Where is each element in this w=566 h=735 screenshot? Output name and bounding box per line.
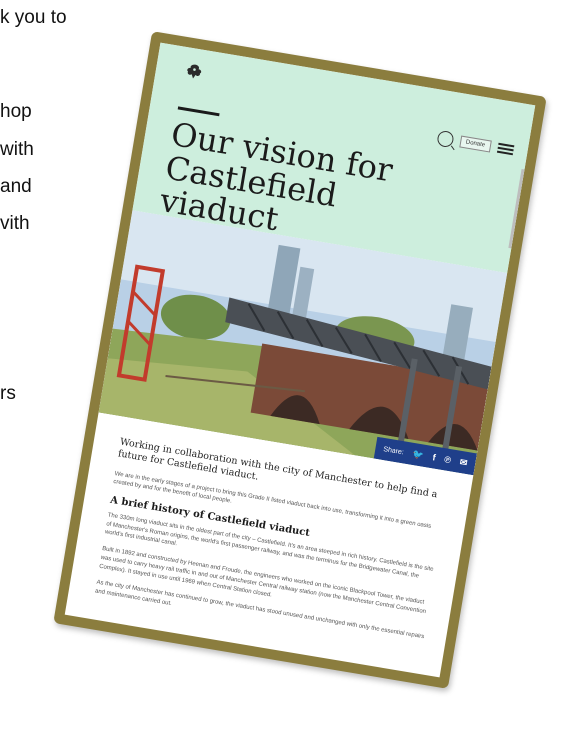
email-icon[interactable]: ✉ [459,456,468,468]
slide-text-fragment: rs [0,383,16,404]
hamburger-menu-icon[interactable] [496,142,515,156]
slide-text-fragment: with [0,139,34,160]
donate-button[interactable]: Donate [458,135,492,153]
share-label: Share: [382,445,405,456]
slide-text-fragment: and [0,176,32,197]
slide-text-fragment: hop [0,101,32,122]
tablet-screen: Donate Our vision for Castlefield viaduc… [64,42,536,678]
article-body: Working in collaboration with the city o… [93,436,452,659]
slide-text-fragment: vith [0,213,30,234]
oak-leaf-icon[interactable] [183,61,206,82]
header-actions: Donate [435,129,515,159]
facebook-icon[interactable]: f [432,452,437,462]
slide-text-fragment: k you to [0,7,67,28]
scrollbar[interactable] [508,168,525,249]
search-icon[interactable] [435,129,455,149]
title-rule [177,106,220,117]
twitter-icon[interactable]: 🐦 [412,448,425,461]
pinterest-icon[interactable]: ℗ [444,454,452,465]
